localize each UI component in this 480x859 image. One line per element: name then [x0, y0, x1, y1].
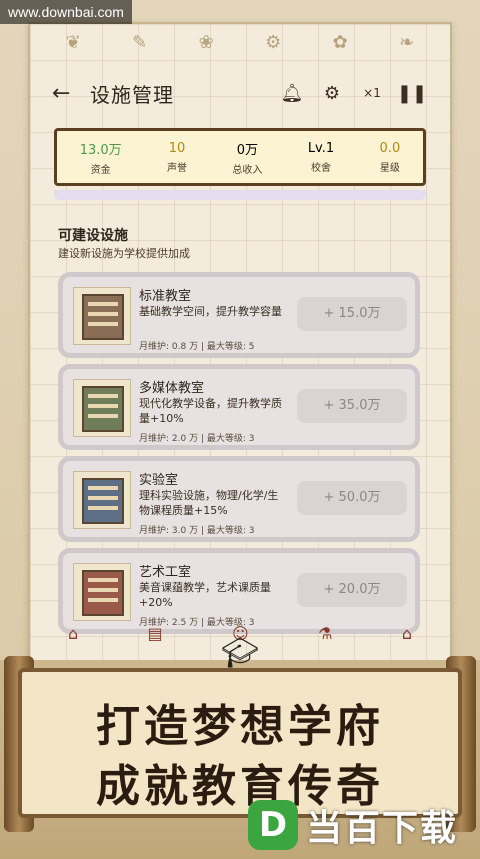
- facility-card[interactable]: 标准教室 基础教学空间，提升教学容量 月维护: 0.8 万 | 最大等级: 5 …: [58, 272, 420, 358]
- facility-desc: 美音课蕴教学，艺术课质量+20%: [139, 581, 271, 609]
- doodle-decoration: ❦ ✎ ❀ ⚙ ✿ ❧: [65, 32, 415, 53]
- stat-value: 0.0: [379, 140, 401, 156]
- stat-label: 资金: [90, 164, 111, 176]
- building-icon: [73, 471, 131, 529]
- facility-desc: 现代化教学设备，提升教学质量+10%: [139, 397, 282, 425]
- facility-meta: 月维护: 3.0 万 | 最大等级: 3: [139, 526, 255, 536]
- stat-stars: 0.0 星级: [380, 141, 401, 174]
- facility-card[interactable]: 多媒体教室 现代化教学设备，提升教学质量+10% 月维护: 2.0 万 | 最大…: [58, 364, 420, 450]
- gear-icon[interactable]: ⚙: [312, 83, 352, 104]
- facility-meta: 月维护: 0.8 万 | 最大等级: 5: [139, 342, 255, 352]
- graduation-cap-icon: 🎓︎: [220, 636, 260, 671]
- stat-value: 0万: [236, 142, 259, 158]
- facility-card[interactable]: 实验室 理科实验设施，物理/化学/生物课程质量+15% 月维护: 3.0 万 |…: [58, 456, 420, 542]
- build-button[interactable]: + 20.0万: [297, 573, 407, 607]
- facility-desc: 理科实验设施，物理/化学/生物课程质量+15%: [139, 489, 279, 517]
- facility-meta: 月维护: 2.0 万 | 最大等级: 3: [139, 434, 255, 444]
- page-title: 设施管理: [90, 82, 174, 107]
- speed-button[interactable]: ×1: [352, 86, 392, 100]
- facility-name: 标准教室: [139, 289, 192, 304]
- brand-logo-icon: D: [248, 799, 298, 850]
- brand-name: 当百下载: [306, 807, 459, 849]
- section-subtitle: 建设新设施为学校提供加成: [58, 247, 190, 260]
- stat-label: 校舍: [310, 162, 331, 174]
- building-tab-icon[interactable]: ⌂: [402, 624, 412, 654]
- pause-icon[interactable]: ❚❚: [392, 83, 432, 104]
- book-icon[interactable]: ▤: [148, 624, 163, 654]
- build-button[interactable]: + 50.0万: [297, 481, 407, 515]
- bell-icon[interactable]: 🔔︎: [272, 83, 312, 104]
- build-button[interactable]: + 15.0万: [297, 297, 407, 331]
- stat-campus: Lv.1 校舍: [308, 141, 334, 174]
- stat-funds: 13.0万 资金: [80, 139, 122, 176]
- stat-reputation: 10 声誉: [167, 141, 187, 174]
- stat-label: 总收入: [232, 164, 263, 176]
- section-title: 可建设设施: [58, 228, 128, 244]
- stats-divider: [54, 190, 426, 200]
- facility-desc: 基础教学空间，提升教学容量: [139, 305, 282, 318]
- facility-name: 实验室: [139, 473, 179, 488]
- stat-label: 声誉: [167, 162, 188, 174]
- site-watermark: www.downbai.com: [0, 0, 132, 24]
- building-icon: [73, 563, 131, 621]
- build-button[interactable]: + 35.0万: [297, 389, 407, 423]
- school-icon[interactable]: ⌂: [68, 624, 78, 654]
- arrow-left-icon[interactable]: ←: [52, 81, 82, 106]
- facility-card[interactable]: 艺术工室 美音课蕴教学，艺术课质量+20% 月维护: 2.5 万 | 最大等级:…: [58, 548, 420, 634]
- facility-name: 艺术工室: [139, 565, 192, 580]
- stat-value: 10: [168, 140, 186, 156]
- stat-label: 星级: [379, 162, 400, 174]
- stats-panel: 13.0万 资金 10 声誉 0万 总收入 Lv.1 校舍 0.0 星级: [54, 128, 426, 186]
- stat-income: 0万 总收入: [232, 139, 262, 176]
- brand-watermark: D 当百下载: [248, 790, 480, 859]
- stat-value: 13.0万: [79, 142, 122, 158]
- building-icon: [73, 287, 131, 345]
- slogan-line-1: 打造梦想学府: [96, 701, 384, 752]
- header-bar: ← 设施管理 🔔︎ ⚙ ×1 ❚❚: [52, 76, 432, 110]
- facility-name: 多媒体教室: [139, 381, 205, 396]
- flask-icon[interactable]: ⚗: [318, 624, 332, 654]
- stat-value: Lv.1: [307, 140, 335, 156]
- building-icon: [73, 379, 131, 437]
